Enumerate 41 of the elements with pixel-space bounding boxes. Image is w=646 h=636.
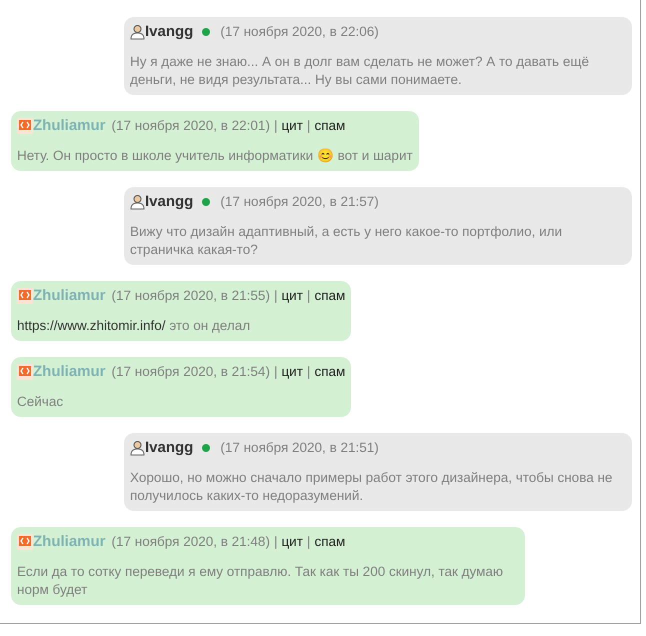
user-icon	[130, 194, 145, 210]
message-time: (17 ноября 2020, в 22:01)	[112, 117, 270, 135]
author-name[interactable]: Ivangg	[145, 439, 194, 457]
message-text: Вижу что дизайн адаптивный, а есть у него какое-то портфолио, или страничка какая-то?	[130, 223, 564, 259]
separator: |	[306, 363, 310, 381]
message-time: (17 ноября 2020, в 21:55)	[112, 287, 270, 305]
avatar-icon	[17, 534, 33, 550]
user-icon	[130, 24, 145, 40]
action-link[interactable]: цит	[281, 363, 303, 381]
message-time: (17 ноября 2020, в 21:57)	[220, 193, 379, 211]
message-text: Нету. Он просто в школе учитель информатики 😊 вот и шарит	[17, 147, 413, 165]
separator: |	[274, 287, 278, 305]
action-link[interactable]: спам	[314, 363, 346, 381]
author-name[interactable]: Ivangg	[145, 23, 194, 41]
message-time: (17 ноября 2020, в 21:54)	[112, 363, 270, 381]
message-time: (17 ноября 2020, в 21:48)	[112, 533, 270, 551]
action-link[interactable]: цит	[281, 287, 303, 305]
message-text: Ну я даже не знаю... А он в долг вам сделать не может? А то давать ещё деньги, не видя результата... Ну вы сами понимаете.	[130, 53, 590, 89]
message-link[interactable]: https://www.zhitomir.info/	[17, 318, 166, 333]
separator: |	[274, 363, 278, 381]
message-text: это он делал	[169, 318, 250, 333]
separator: |	[274, 117, 278, 135]
separator: |	[306, 117, 310, 135]
message-text: Если да то сотку переведи я ему отправлю. Так как ты 200 скинул, так думаю норм будет	[17, 563, 504, 599]
user-icon	[130, 440, 145, 456]
message-time: (17 ноября 2020, в 22:06)	[220, 23, 379, 41]
message-text: Хорошо, но можно сначало примеры работ этого дизайнера, чтобы снова не получилось каких-то недоразумений.	[130, 469, 614, 505]
avatar-icon	[17, 118, 33, 134]
action-link[interactable]: цит	[281, 117, 303, 135]
action-link[interactable]: цит	[281, 533, 303, 551]
avatar-icon	[17, 364, 33, 380]
action-link[interactable]: спам	[314, 117, 346, 135]
action-link[interactable]: спам	[314, 287, 346, 305]
message-text: Сейчас	[17, 393, 64, 411]
separator: |	[306, 287, 310, 305]
author-name[interactable]: Ivangg	[145, 193, 194, 211]
action-link[interactable]: спам	[314, 533, 346, 551]
separator: |	[274, 533, 278, 551]
message-time: (17 ноября 2020, в 21:51)	[220, 439, 379, 457]
separator: |	[306, 533, 310, 551]
avatar-icon	[17, 288, 33, 304]
